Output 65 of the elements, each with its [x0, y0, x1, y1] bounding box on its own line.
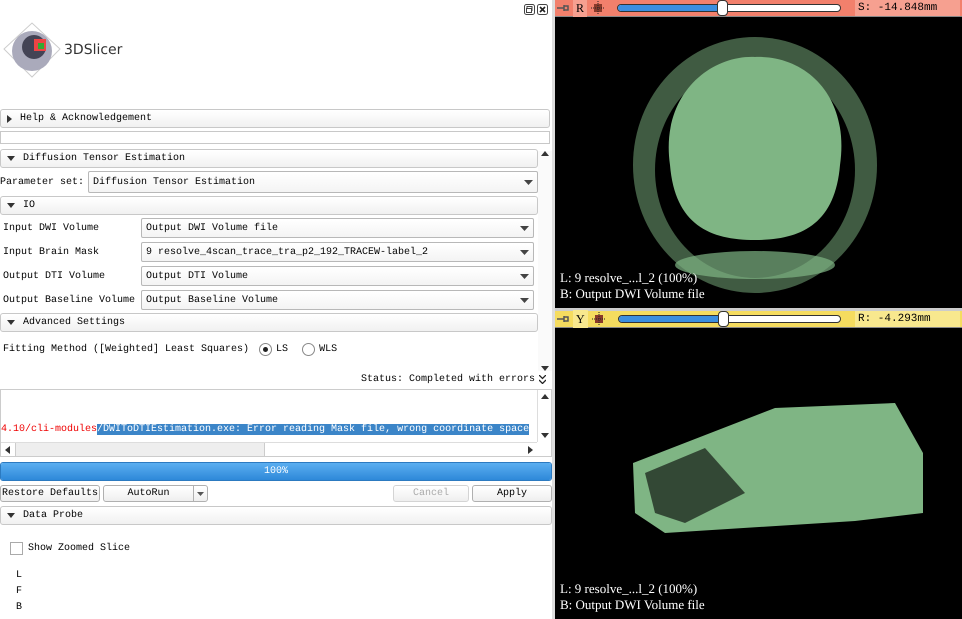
dropdown[interactable]: Output DWI Volume file — [141, 218, 534, 238]
dropdown[interactable]: 9 resolve_4scan_trace_tra_p2_192_TRACEW-label_2 — [141, 242, 534, 262]
dropdown-caret-icon — [524, 180, 533, 184]
section-header[interactable]: IO — [0, 196, 538, 215]
undock-icon[interactable] — [524, 4, 535, 15]
dropdown-caret-icon — [520, 250, 529, 254]
slider-thumb[interactable] — [717, 0, 728, 16]
orientation-label: R — [573, 0, 588, 17]
fitting-method-label: Fitting Method ([Weighted] Least Squares) — [3, 342, 250, 356]
double-chevron-icon[interactable] — [539, 374, 546, 384]
status-text: Status: Completed with errors — [360, 372, 535, 386]
orientation-label: Y — [573, 310, 588, 328]
scroll-up-icon[interactable] — [540, 394, 548, 399]
field-label: Output DTI Volume — [3, 270, 106, 284]
radio-option[interactable]: WLS — [302, 342, 338, 356]
dropdown[interactable]: Output DTI Volume — [141, 266, 534, 286]
dropdown-caret-icon — [197, 492, 204, 496]
scroll-down-icon[interactable] — [540, 433, 548, 438]
section-header[interactable]: Diffusion Tensor Estimation — [0, 149, 538, 168]
dropdown-caret-icon — [520, 274, 529, 278]
probe-line: B — [16, 601, 24, 615]
pin-icon[interactable] — [557, 4, 569, 12]
overlay-text: L: 9 resolve_...l_2 (100%) — [560, 581, 698, 597]
collapse-caret-icon — [7, 203, 15, 208]
dropdown[interactable]: Diffusion Tensor Estimation — [88, 171, 538, 193]
scroll-down-icon[interactable] — [541, 366, 549, 371]
section-header[interactable]: Help & Acknowledgement — [0, 109, 550, 128]
logo-text: 3DSlicer — [64, 40, 122, 60]
log-vertical-scrollbar[interactable] — [537, 390, 551, 442]
pin-icon[interactable] — [557, 315, 569, 323]
crosshair-icon[interactable] — [592, 312, 606, 326]
collapse-caret-icon — [7, 513, 15, 518]
section-header[interactable]: Data Probe — [0, 506, 552, 525]
progress-text: 100% — [262, 465, 289, 479]
slice-offset-reading: R: -4.293mm — [855, 311, 960, 327]
expand-caret-icon — [7, 114, 12, 122]
autorun-split-button[interactable]: AutoRun — [103, 485, 208, 502]
vertical-scrollbar[interactable] — [538, 151, 552, 371]
field-label: Input DWI Volume — [3, 222, 100, 236]
dropdown[interactable]: Output Baseline Volume — [141, 290, 534, 310]
collapse-caret-icon — [7, 320, 15, 325]
close-icon[interactable] — [537, 4, 548, 15]
probe-line: F — [16, 585, 24, 599]
checkbox-option[interactable]: Show Zoomed Slice — [0, 541, 552, 556]
action-button[interactable]: Restore Defaults — [0, 485, 100, 502]
dropdown-caret-icon — [520, 298, 529, 302]
slice-offset-reading: S: -14.848mm — [855, 0, 960, 16]
crosshair-icon[interactable] — [591, 1, 606, 15]
overlay-text: L: 9 resolve_...l_2 (100%) — [560, 270, 698, 286]
probe-line: L — [16, 569, 24, 583]
checkbox[interactable] — [10, 542, 23, 555]
dropdown-caret-icon — [520, 226, 529, 230]
log-horizontal-scrollbar[interactable] — [1, 442, 537, 456]
overlay-text: B: Output DWI Volume file — [560, 597, 705, 613]
log-text: 4.10/cli-modules/DWIToDTIEstimation.exe: Error reading Mask file, wrong coordinate space — [1, 422, 530, 437]
section-header[interactable]: Advanced Settings — [0, 313, 538, 332]
collapse-caret-icon — [7, 156, 15, 161]
field-label: Input Brain Mask — [3, 246, 100, 260]
field-label: Output Baseline Volume — [3, 294, 136, 308]
scroll-up-icon[interactable] — [541, 151, 549, 156]
radio-option[interactable]: LS — [259, 342, 288, 356]
action-button[interactable]: Apply — [472, 485, 552, 502]
slider-thumb[interactable] — [718, 311, 729, 327]
parameter-set-label: Parameter set: — [0, 176, 86, 190]
overlay-text: B: Output DWI Volume file — [560, 286, 705, 302]
